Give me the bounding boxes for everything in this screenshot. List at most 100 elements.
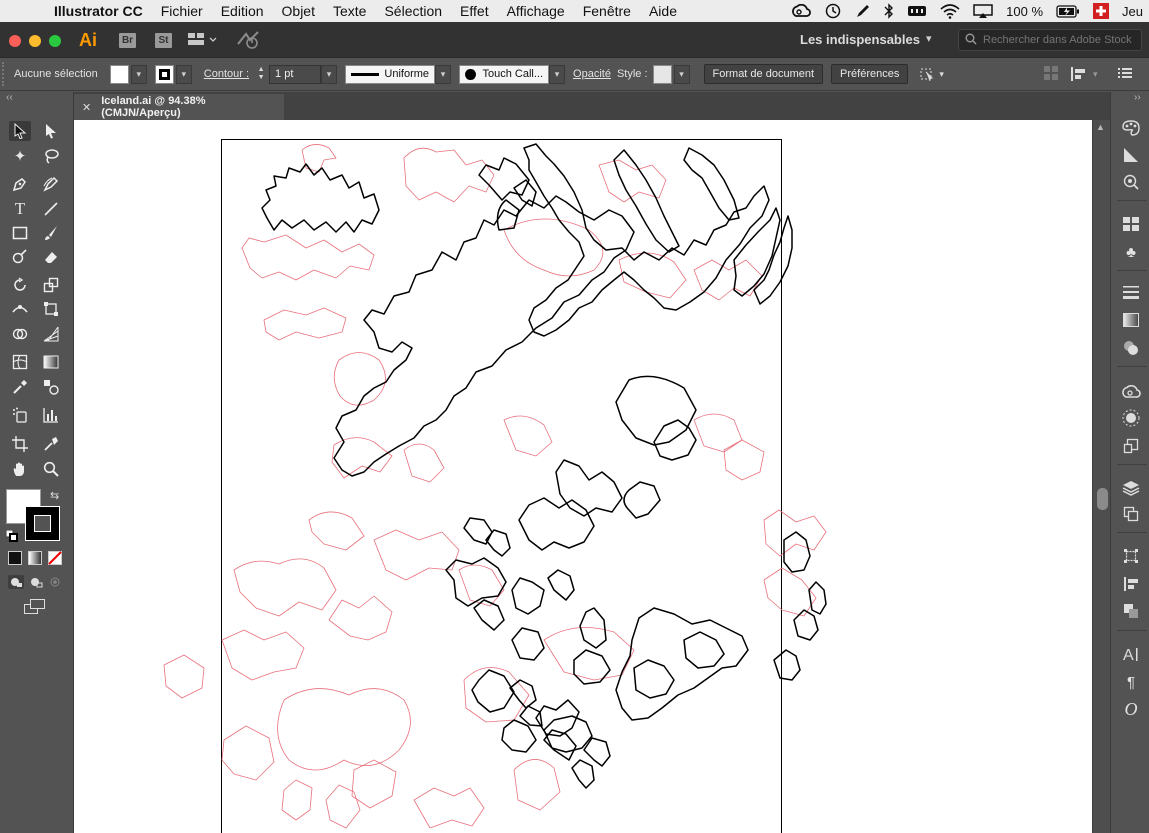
window-close-button[interactable]	[9, 35, 21, 47]
hand-tool-icon[interactable]	[9, 459, 31, 479]
stroke-label[interactable]: Contour :	[204, 68, 249, 80]
transform-panel-icon[interactable]	[1121, 546, 1141, 566]
document-setup-button[interactable]: Format de document	[703, 64, 824, 84]
shaper-tool-icon[interactable]	[9, 247, 31, 267]
scrollbar-thumb[interactable]	[1097, 488, 1108, 510]
scroll-up-arrow-icon[interactable]: ▲	[1096, 122, 1105, 132]
color-panel-icon[interactable]	[1121, 118, 1141, 138]
gradient-mode-button[interactable]	[28, 551, 42, 565]
stroke-weight-stepper[interactable]: ▲ ▼	[255, 65, 267, 84]
slice-tool-icon[interactable]	[40, 434, 62, 454]
magic-wand-tool-icon[interactable]: ✦	[9, 146, 31, 166]
pen-tool-icon[interactable]	[9, 174, 31, 194]
time-machine-icon[interactable]	[824, 3, 842, 19]
artboards-panel-icon[interactable]	[1121, 504, 1141, 524]
menu-fichier[interactable]: Fichier	[152, 3, 212, 19]
preferences-button[interactable]: Préférences	[831, 64, 909, 84]
stroke-color-box[interactable]	[25, 506, 60, 541]
opacity-label[interactable]: Opacité	[573, 68, 611, 80]
airplay-icon[interactable]	[973, 3, 993, 19]
column-graph-tool-icon[interactable]	[40, 405, 62, 425]
zoom-tool-icon[interactable]	[40, 459, 62, 479]
color-guide-panel-icon[interactable]	[1121, 145, 1141, 165]
stroke-profile-select[interactable]: Uniforme	[345, 64, 436, 84]
menu-texte[interactable]: Texte	[324, 3, 375, 19]
blend-tool-icon[interactable]	[40, 377, 62, 397]
direct-selection-tool-icon[interactable]	[40, 121, 62, 141]
symbols-panel-icon[interactable]: ♣	[1121, 242, 1141, 262]
battery-icon[interactable]	[1056, 4, 1080, 18]
window-zoom-button[interactable]	[49, 35, 61, 47]
iceland-map-artwork[interactable]	[74, 120, 1092, 833]
paintbrush-tool-icon[interactable]	[40, 223, 62, 243]
menu-objet[interactable]: Objet	[273, 3, 324, 19]
canvas-area[interactable]	[74, 120, 1092, 833]
arrange-documents-icon[interactable]	[188, 31, 218, 50]
color-themes-panel-icon[interactable]	[1121, 172, 1141, 192]
menu-selection[interactable]: Sélection	[375, 3, 451, 19]
artboard-tool-icon[interactable]	[9, 434, 31, 454]
vertical-scrollbar[interactable]: ▲	[1092, 120, 1110, 833]
paragraph-panel-icon[interactable]: ¶	[1121, 672, 1141, 692]
draw-normal-icon[interactable]	[8, 575, 24, 592]
bluetooth-icon[interactable]	[884, 3, 894, 19]
close-tab-icon[interactable]: ✕	[82, 101, 91, 114]
curvature-tool-icon[interactable]	[40, 174, 62, 194]
gradient-tool-icon[interactable]	[40, 352, 62, 372]
window-minimize-button[interactable]	[29, 35, 41, 47]
bridge-button[interactable]: Br	[119, 33, 136, 48]
control-bar-grip[interactable]	[2, 62, 8, 86]
stock-button[interactable]: St	[155, 33, 172, 48]
fill-color-swatch[interactable]	[109, 64, 129, 84]
default-fill-stroke-icon[interactable]	[5, 529, 18, 545]
graphic-style-chevron-icon[interactable]: ▾	[673, 64, 690, 84]
color-mode-button[interactable]	[8, 551, 22, 565]
isolate-object-icon[interactable]	[1044, 66, 1058, 83]
shape-builder-tool-icon[interactable]	[9, 324, 31, 344]
stroke-color-swatch[interactable]	[154, 64, 174, 84]
stroke-profile-chevron-icon[interactable]: ▾	[435, 64, 452, 84]
mesh-tool-icon[interactable]	[9, 352, 31, 372]
menubar-clock[interactable]: Jeu	[1122, 4, 1143, 19]
pen-tablet-icon[interactable]	[855, 3, 871, 19]
none-mode-button[interactable]	[48, 551, 62, 568]
menu-affichage[interactable]: Affichage	[498, 3, 574, 19]
workspace-switcher[interactable]: Les indispensables	[800, 32, 920, 47]
rectangle-tool-icon[interactable]	[9, 223, 31, 243]
pathfinder-panel-icon[interactable]	[1121, 601, 1141, 621]
collapse-tools-icon[interactable]: ‹‹	[6, 92, 13, 103]
gradient-panel-icon[interactable]	[1121, 310, 1141, 330]
selection-tool-icon[interactable]	[9, 121, 31, 141]
scale-tool-icon[interactable]	[40, 275, 62, 295]
stroke-panel-icon[interactable]	[1121, 282, 1141, 302]
layers-panel-icon[interactable]	[1121, 478, 1141, 498]
creative-cloud-libraries-panel-icon[interactable]	[1121, 382, 1141, 402]
eyedropper-tool-icon[interactable]	[9, 377, 31, 397]
stock-search-input[interactable]	[983, 34, 1141, 46]
stroke-dropdown-chevron-icon[interactable]: ▾	[175, 64, 192, 84]
stroke-weight-field[interactable]: 1 pt	[269, 64, 322, 84]
graphic-style-swatch[interactable]	[652, 64, 672, 84]
asset-export-panel-icon[interactable]	[1121, 436, 1141, 456]
menu-effet[interactable]: Effet	[451, 3, 498, 19]
lasso-tool-icon[interactable]	[40, 146, 62, 166]
symbol-sprayer-tool-icon[interactable]	[9, 405, 31, 425]
menu-app-name[interactable]: Illustrator CC	[42, 3, 152, 19]
appearance-panel-icon[interactable]	[1121, 408, 1141, 428]
workspace-chevron-down-icon[interactable]: ▾	[926, 32, 932, 45]
creative-cloud-icon[interactable]	[791, 4, 812, 18]
rotate-tool-icon[interactable]	[9, 275, 31, 295]
memory-chip-icon[interactable]	[907, 4, 927, 18]
character-panel-icon[interactable]: A	[1121, 644, 1141, 664]
type-tool-icon[interactable]: T	[9, 199, 31, 219]
wifi-icon[interactable]	[940, 3, 960, 19]
control-panel-menu-icon[interactable]	[1118, 67, 1132, 82]
swatches-panel-icon[interactable]	[1121, 214, 1141, 234]
eraser-tool-icon[interactable]	[40, 247, 62, 267]
perspective-grid-tool-icon[interactable]	[40, 324, 62, 344]
brush-chevron-icon[interactable]: ▾	[549, 64, 566, 84]
fill-dropdown-chevron-icon[interactable]: ▾	[130, 64, 147, 84]
gpu-performance-icon[interactable]	[236, 30, 262, 53]
free-transform-tool-icon[interactable]	[40, 299, 62, 319]
brush-select[interactable]: Touch Call...	[459, 64, 550, 84]
